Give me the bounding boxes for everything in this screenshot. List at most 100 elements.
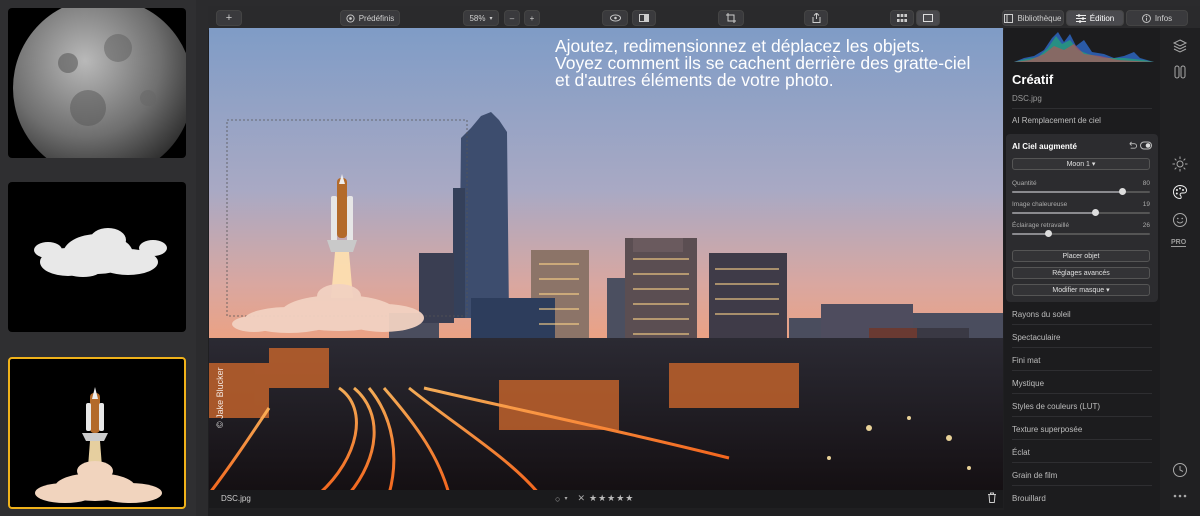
rocket-thumbnail[interactable] (8, 357, 186, 509)
minus-icon: – (509, 13, 515, 23)
slider-knob[interactable] (1119, 188, 1126, 195)
share-icon (812, 13, 820, 23)
object-select-value: Moon 1 ▾ (1066, 161, 1096, 168)
layers-icon[interactable] (1172, 38, 1188, 54)
slider-amount[interactable] (1012, 188, 1150, 195)
single-view-button[interactable] (916, 10, 940, 26)
tool-film-grain[interactable]: Grain de film (1012, 471, 1057, 480)
slider-fill (1012, 233, 1048, 235)
divider (1012, 324, 1152, 325)
object-gallery (0, 0, 196, 516)
object-select[interactable]: Moon 1 ▾ (1012, 158, 1150, 170)
zoom-in-button[interactable]: + (524, 10, 540, 26)
more-icon[interactable] (1172, 488, 1188, 504)
presets-button[interactable]: Prédéfinis (340, 10, 400, 26)
slider-fill (1012, 191, 1122, 193)
slider-knob[interactable] (1092, 209, 1099, 216)
crop-button[interactable] (718, 10, 744, 26)
plus-icon: + (529, 13, 535, 23)
rating-bar: ○ ▾ ✕ ★★★★★ (555, 493, 634, 504)
info-tab[interactable]: Infos (1126, 10, 1188, 26)
edit-tab[interactable]: Édition (1066, 10, 1124, 26)
star-rating[interactable]: ★★★★★ (589, 493, 634, 504)
ai-augmented-sky-card: AI Ciel augmenté Moon 1 ▾ Quantité 80 Im… (1006, 134, 1158, 302)
add-icon: + (225, 12, 233, 24)
advanced-settings-button[interactable]: Réglages avancés (1012, 267, 1150, 279)
edit-mask-button[interactable]: Modifier masque ▾ (1012, 284, 1150, 296)
tool-glow[interactable]: Éclat (1012, 448, 1030, 457)
place-object-button[interactable]: Placer objet (1012, 250, 1150, 262)
slider-label-relighting: Éclairage retravaillé (1012, 222, 1070, 229)
toggle-icon[interactable] (1140, 141, 1152, 150)
tool-mystical[interactable]: Mystique (1012, 379, 1044, 388)
reject-icon[interactable]: ✕ (577, 493, 585, 504)
chevron-down-icon[interactable]: ▾ (564, 495, 567, 502)
tool-matte[interactable]: Fini mat (1012, 356, 1040, 365)
divider (1012, 347, 1152, 348)
caption-line-3: et d'autres éléments de votre photo. (555, 70, 834, 90)
panel-title: Créatif (1012, 72, 1054, 87)
photo-credit: © Jake Blucker (215, 367, 225, 428)
presets-label: Prédéfinis (358, 13, 395, 23)
library-icon (1004, 13, 1014, 23)
slider-warm-image[interactable] (1012, 209, 1150, 216)
share-button[interactable] (804, 10, 828, 26)
divider (1012, 108, 1152, 109)
color-label-icon[interactable]: ○ (555, 494, 560, 504)
bottom-bar: DSC.jpg ○ ▾ ✕ ★★★★★ (209, 490, 1003, 508)
pro-badge[interactable]: PRO (1171, 239, 1187, 247)
zoom-level: 58% (469, 13, 486, 23)
toolbar: + Prédéfinis 58% ▾ – + Bibliothèque Édit… (208, 6, 1200, 30)
slider-fill (1012, 212, 1095, 214)
add-button[interactable]: + (216, 10, 242, 26)
tool-ai-sky-replacement[interactable]: AI Remplacement de ciel (1012, 116, 1101, 125)
compare-icon (639, 14, 649, 22)
instruction-caption: Ajoutez, redimensionnez et déplacez les … (555, 37, 995, 90)
divider (1012, 439, 1152, 440)
tool-color-styles[interactable]: Styles de couleurs (LUT) (1012, 402, 1100, 411)
info-label: Infos (1154, 13, 1173, 23)
slider-value-warm-image: 19 (1142, 201, 1150, 208)
tool-texture-overlay[interactable]: Texture superposée (1012, 425, 1082, 434)
advanced-settings-label: Réglages avancés (1052, 269, 1110, 277)
slider-value-amount: 80 (1142, 180, 1150, 187)
grid-view-icon (897, 14, 907, 22)
divider (1012, 370, 1152, 371)
photo-canvas[interactable]: Ajoutez, redimensionnez et déplacez les … (209, 28, 1003, 494)
slider-label-warm-image: Image chaleureuse (1012, 201, 1068, 208)
chevron-down-icon: ▾ (489, 15, 493, 22)
sun-icon[interactable] (1172, 156, 1188, 172)
palette-icon[interactable] (1172, 184, 1188, 200)
crop-icon (726, 13, 736, 23)
tool-category-rail: PRO (1160, 28, 1200, 510)
grid-view-button[interactable] (890, 10, 914, 26)
edit-panel: Créatif DSC.jpg AI Remplacement de ciel … (1004, 28, 1160, 510)
slider-value-relighting: 26 (1142, 222, 1150, 229)
zoom-out-button[interactable]: – (504, 10, 520, 26)
compare-button[interactable] (632, 10, 656, 26)
divider (1012, 393, 1152, 394)
cloud-thumbnail[interactable] (8, 182, 186, 332)
undo-icon[interactable] (1128, 141, 1137, 150)
edit-mask-label: Modifier masque ▾ (1052, 287, 1110, 294)
history-icon[interactable] (1172, 462, 1188, 478)
city-photo (209, 28, 1003, 494)
divider (1012, 416, 1152, 417)
face-icon[interactable] (1172, 212, 1188, 228)
edit-label: Édition (1089, 13, 1115, 23)
library-tab[interactable]: Bibliothèque (1002, 10, 1064, 26)
tool-sun-rays[interactable]: Rayons du soleil (1012, 310, 1071, 319)
info-icon (1141, 13, 1151, 23)
compare-panel-icon[interactable] (1172, 64, 1188, 80)
trash-icon (988, 492, 996, 503)
slider-knob[interactable] (1045, 230, 1052, 237)
app-window: + Prédéfinis 58% ▾ – + Bibliothèque Édit… (208, 6, 1200, 516)
preview-button[interactable] (602, 10, 628, 26)
trash-button[interactable] (987, 492, 997, 505)
slider-relighting[interactable] (1012, 230, 1150, 237)
eye-icon (609, 14, 621, 22)
zoom-select[interactable]: 58% ▾ (463, 10, 499, 26)
moon-thumbnail[interactable] (8, 8, 186, 158)
tool-dramatic[interactable]: Spectaculaire (1012, 333, 1060, 342)
tool-fog[interactable]: Brouillard (1012, 494, 1046, 503)
